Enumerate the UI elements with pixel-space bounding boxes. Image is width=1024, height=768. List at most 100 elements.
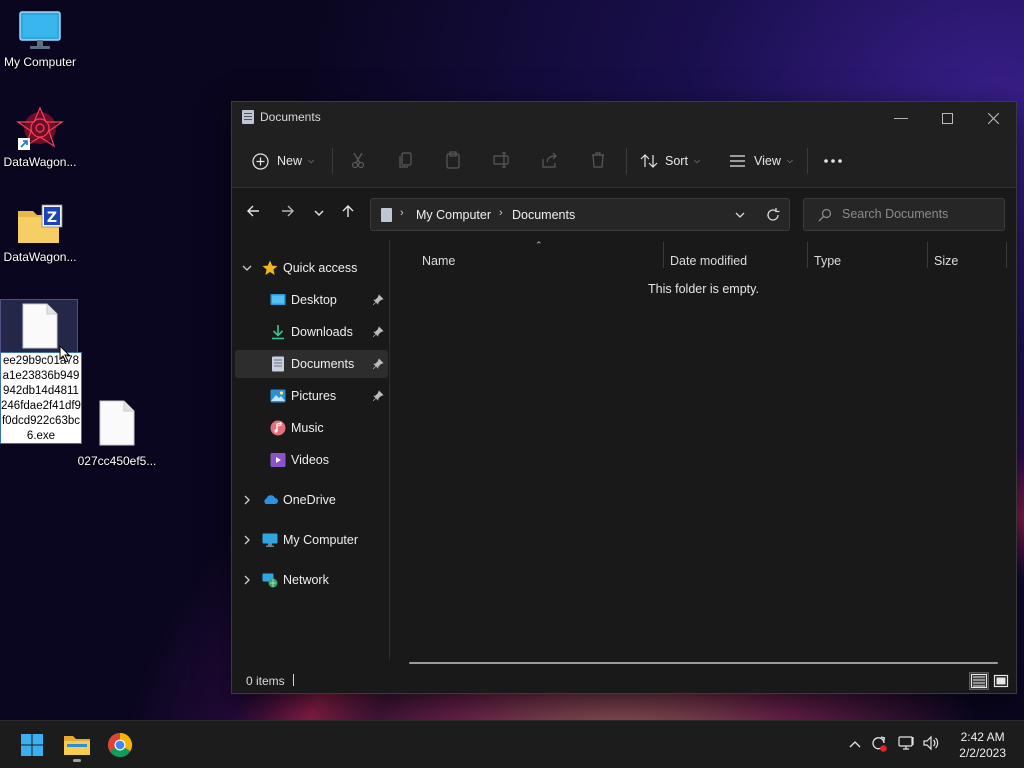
cut-icon[interactable] [349,151,367,169]
nav-item-label: Downloads [291,325,353,339]
sync-alert-icon[interactable] [870,735,888,753]
nav-music[interactable]: Music [232,414,388,442]
nav-item-label: My Computer [283,533,359,547]
new-button[interactable]: New ⌵ [252,145,314,177]
breadcrumb-documents[interactable]: Documents [512,208,575,222]
desktop-icon-label: DataWagon... [3,250,77,264]
nav-quick-access[interactable]: Quick access [232,254,388,282]
details-view-button[interactable] [969,672,989,690]
back-button[interactable] [242,203,264,225]
column-header-size[interactable]: Size [934,254,958,268]
recent-locations-button[interactable] [308,203,330,225]
nav-network[interactable]: Network [232,566,388,594]
paste-icon[interactable] [444,151,462,169]
chevron-down-icon [314,210,324,216]
download-arrow-icon [272,325,284,340]
navigation-bar: › My Computer › Documents [232,189,1016,239]
refresh-icon[interactable] [766,208,780,222]
close-icon [987,112,999,125]
close-button[interactable] [970,102,1016,132]
folder-icon [64,736,90,755]
nav-my-computer[interactable]: My Computer [232,526,388,554]
address-bar[interactable]: › My Computer › Documents [370,198,790,231]
copy-icon[interactable] [397,151,415,169]
column-header-date-modified[interactable]: Date modified [670,254,747,268]
nav-item-label: Network [283,573,329,587]
taskbar-chrome[interactable] [104,729,138,761]
more-dots-icon [824,159,842,163]
nav-documents[interactable]: Documents [235,350,388,378]
monitor-icon [19,11,61,49]
start-button[interactable] [16,729,50,761]
command-bar: New ⌵ Sort ⌵ View ⌵ [232,132,1016,188]
nav-item-label: Music [291,421,324,435]
share-icon[interactable] [541,151,559,169]
maximize-icon [941,112,953,124]
column-divider[interactable] [1006,242,1007,268]
nav-downloads[interactable]: Downloads [232,318,388,346]
chevron-right-icon: › [499,207,503,219]
star-icon [262,260,278,275]
desktop-icon-my-computer[interactable]: My Computer [0,10,80,69]
nav-item-label: Desktop [291,293,337,307]
taskbar-file-explorer[interactable] [60,729,94,762]
show-hidden-icons-chevron-icon[interactable] [846,735,864,753]
documents-icon [242,110,254,124]
monitor-icon [262,533,278,547]
column-divider[interactable] [927,242,928,268]
forward-button[interactable] [277,203,299,225]
column-divider[interactable] [663,242,664,268]
maximize-button[interactable] [924,102,970,132]
chevron-right-icon: › [400,207,404,219]
more-options-button[interactable] [823,145,843,177]
nav-item-label: Videos [291,453,329,467]
toolbar-divider [807,148,808,174]
status-divider [293,674,294,686]
pin-icon[interactable] [372,358,384,370]
pin-icon[interactable] [372,294,384,306]
column-header-name[interactable]: Name [422,254,455,268]
plus-circle-icon [252,152,269,170]
nav-item-label: Documents [291,357,355,371]
horizontal-scrollbar[interactable] [409,662,998,664]
network-status-icon[interactable] [898,735,916,753]
pin-icon[interactable] [372,390,384,402]
sort-button[interactable]: Sort ⌵ [640,145,700,177]
breadcrumb-my-computer[interactable]: My Computer [416,208,491,222]
pin-icon[interactable] [372,326,384,338]
chevron-down-icon: ⌵ [693,156,701,165]
rename-textbox[interactable]: ee29b9c01a78a1e23836b949942db14d4811246f… [0,352,82,444]
search-box[interactable] [803,198,1005,231]
network-icon [262,573,278,588]
documents-icon [272,356,284,372]
delete-icon[interactable] [589,151,607,169]
desktop-icon-file-027cc450[interactable]: 027cc450ef5... [76,400,158,468]
nav-videos[interactable]: Videos [232,446,388,474]
status-bar: 0 items [232,669,1016,693]
volume-icon[interactable] [922,735,940,753]
view-button[interactable]: View ⌵ [729,145,793,177]
minimize-button[interactable]: — [878,102,924,132]
search-input[interactable] [842,207,992,221]
rename-icon[interactable] [493,151,511,169]
large-icons-view-button[interactable] [991,672,1011,690]
desktop-icon-datawagon-shortcut[interactable]: DataWagon... [0,106,80,169]
file-list-area[interactable]: ⌃ Name Date modified Type Size This fold… [391,240,1016,660]
chevron-right-icon [244,575,250,585]
nav-pictures[interactable]: Pictures [232,382,388,410]
column-divider[interactable] [807,242,808,268]
up-button[interactable] [337,203,359,225]
system-clock[interactable]: 2:42 AM 2/2/2023 [959,729,1006,761]
clock-date: 2/2/2023 [959,746,1006,760]
videos-icon [270,453,286,467]
nav-desktop[interactable]: Desktop [232,286,388,314]
blank-file-icon [22,303,58,349]
title-bar[interactable]: Documents — [232,102,1016,132]
column-header-type[interactable]: Type [814,254,841,268]
taskbar: 2:42 AM 2/2/2023 [0,720,1024,768]
blank-file-icon [99,400,135,446]
desktop-icon-datawagon-folder[interactable]: Z DataWagon... [0,203,80,264]
nav-onedrive[interactable]: OneDrive [232,486,388,514]
address-dropdown-icon[interactable] [735,210,745,220]
nav-item-label: OneDrive [283,493,336,507]
